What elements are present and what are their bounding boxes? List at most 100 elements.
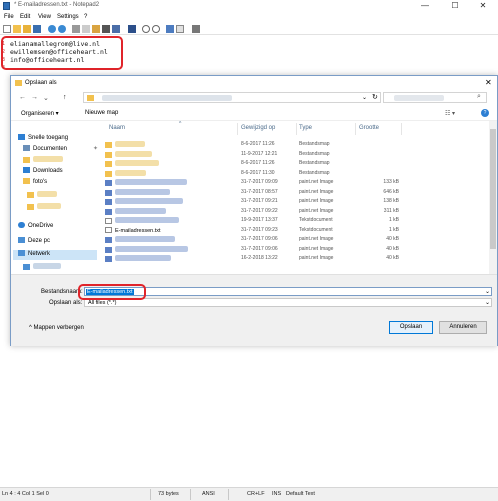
- redacted-label: [33, 156, 63, 162]
- nav-folder-redacted[interactable]: [27, 191, 57, 199]
- file-date: 31-7-2017 08:57: [241, 188, 278, 195]
- file-row[interactable]: 8-6-2017 11:26 Bestandsmap: [101, 159, 486, 168]
- folder-icon: [23, 178, 30, 184]
- address-dropdown[interactable]: ⌄: [362, 94, 367, 101]
- text-file-icon: [105, 226, 112, 233]
- file-row[interactable]: 31-7-2017 09:09 paint.net Image 133 kB: [101, 178, 486, 187]
- file-size: 40 kB: [386, 255, 399, 261]
- copy-icon[interactable]: [82, 25, 90, 33]
- customize-icon[interactable]: [176, 25, 184, 33]
- view-options-button[interactable]: ☷ ▾: [445, 110, 455, 117]
- up-button[interactable]: ↑: [63, 94, 67, 101]
- address-field[interactable]: ⌄ ↻: [83, 92, 381, 103]
- file-row[interactable]: 19-9-2017 13:37 Tekstdocument 1 kB: [101, 216, 486, 225]
- file-row[interactable]: 8-6-2017 11:30 Bestandsmap: [101, 169, 486, 178]
- new-icon[interactable]: [3, 25, 11, 33]
- file-type: paint.net Image: [299, 255, 334, 261]
- file-row[interactable]: 16-2-2018 13:22 paint.net Image 40 kB: [101, 254, 486, 263]
- folder-icon: [27, 192, 34, 198]
- menu-view[interactable]: View: [38, 14, 51, 20]
- nav-onedrive[interactable]: OneDrive: [18, 222, 53, 229]
- zoom-in-icon[interactable]: [142, 25, 150, 33]
- column-name[interactable]: Naam: [109, 125, 125, 131]
- redo-icon[interactable]: [58, 25, 66, 33]
- organize-button[interactable]: Organiseren ▾: [21, 110, 59, 117]
- redacted-path: [102, 95, 232, 101]
- status-divider: [190, 489, 191, 500]
- exit-icon[interactable]: [192, 25, 200, 33]
- file-row[interactable]: 31-7-2017 09:06 paint.net Image 40 kB: [101, 235, 486, 244]
- browse-icon[interactable]: [23, 25, 31, 33]
- file-row[interactable]: 8-6-2017 11:26 Bestandsmap: [101, 140, 486, 149]
- pin-icon: ✦: [93, 146, 99, 152]
- new-folder-button[interactable]: Nieuwe map: [85, 110, 118, 116]
- scheme-icon[interactable]: [166, 25, 174, 33]
- save-icon[interactable]: [33, 25, 41, 33]
- navigation-pane: Snelle toegang Documenten ✦ Downloads fot…: [11, 121, 99, 274]
- column-date[interactable]: Gewijzigd op: [241, 125, 275, 131]
- line-endings[interactable]: CR+LF: [247, 491, 265, 497]
- menu-settings[interactable]: Settings: [57, 14, 79, 20]
- nav-folder-redacted[interactable]: [27, 203, 61, 211]
- saveas-type-label: Opslaan als:: [49, 300, 83, 306]
- file-type: Bestandsmap: [299, 160, 330, 166]
- file-date: 31-7-2017 09:22: [241, 207, 278, 214]
- file-row[interactable]: 31-7-2017 08:57 paint.net Image 646 kB: [101, 188, 486, 197]
- file-name-text: [115, 245, 188, 252]
- find-icon[interactable]: [102, 25, 110, 33]
- filename-dropdown-icon[interactable]: ⌄: [485, 288, 490, 295]
- hide-folders-toggle[interactable]: ^ Mappen verbergen: [29, 325, 84, 331]
- file-type: paint.net Image: [299, 236, 334, 242]
- refresh-button[interactable]: ↻: [372, 93, 378, 101]
- recent-dropdown[interactable]: ⌄: [43, 94, 49, 102]
- syntax-scheme[interactable]: Default Text: [286, 491, 315, 497]
- file-row[interactable]: 11-9-2017 12:21 Bestandsmap: [101, 150, 486, 159]
- file-size: 138 kB: [383, 198, 399, 204]
- wordwrap-icon[interactable]: [128, 25, 136, 33]
- file-type-dropdown-icon[interactable]: ⌄: [485, 299, 490, 306]
- minimize-button[interactable]: —: [410, 0, 440, 12]
- nav-folder-redacted[interactable]: [23, 156, 63, 164]
- file-name-text: E-mailadressen.txt: [115, 227, 161, 234]
- nav-quick-access[interactable]: Snelle toegang: [18, 134, 68, 141]
- file-row[interactable]: 31-7-2017 09:22 paint.net Image 311 kB: [101, 207, 486, 216]
- file-row[interactable]: 31-7-2017 09:06 paint.net Image 40 kB: [101, 245, 486, 254]
- close-button[interactable]: ✕: [468, 0, 498, 12]
- menu-file[interactable]: File: [4, 14, 14, 20]
- nav-network-redacted[interactable]: [23, 263, 61, 271]
- menu-help[interactable]: ?: [84, 14, 87, 20]
- file-row[interactable]: 31-7-2017 09:21 paint.net Image 138 kB: [101, 197, 486, 206]
- file-type-select[interactable]: All files (*.*) ⌄: [84, 298, 492, 307]
- encoding[interactable]: ANSI: [202, 491, 215, 497]
- scrollbar-thumb[interactable]: [490, 129, 496, 249]
- column-type[interactable]: Type: [299, 125, 312, 131]
- nav-network[interactable]: Netwerk: [13, 250, 97, 260]
- cloud-icon: [18, 222, 25, 228]
- menu-edit[interactable]: Edit: [20, 14, 30, 20]
- folder-icon: [105, 170, 112, 177]
- cancel-button[interactable]: Annuleren: [439, 321, 487, 334]
- file-row[interactable]: E-mailadressen.txt 31-7-2017 09:23 Tekstdo…: [101, 226, 486, 235]
- dialog-close-button[interactable]: ✕: [485, 78, 492, 87]
- maximize-button[interactable]: ☐: [440, 0, 470, 12]
- nav-fotos[interactable]: foto's: [23, 178, 47, 185]
- vertical-scrollbar[interactable]: [489, 121, 497, 274]
- search-field[interactable]: ⌕: [383, 92, 487, 103]
- cut-icon[interactable]: [72, 25, 80, 33]
- nav-downloads[interactable]: Downloads: [23, 167, 63, 174]
- image-file-icon: [105, 208, 112, 215]
- open-icon[interactable]: [13, 25, 21, 33]
- folder-icon: [23, 157, 30, 163]
- undo-icon[interactable]: [48, 25, 56, 33]
- zoom-out-icon[interactable]: [152, 25, 160, 33]
- replace-icon[interactable]: [112, 25, 120, 33]
- status-bar: Ln 4 : 4 Col 1 Sel 0 73 bytes ANSI CR+LF…: [0, 487, 498, 501]
- help-icon[interactable]: ?: [481, 109, 489, 117]
- column-size[interactable]: Grootte: [359, 125, 379, 131]
- nav-documents[interactable]: Documenten ✦: [23, 145, 98, 152]
- nav-this-pc[interactable]: Deze pc: [18, 237, 50, 244]
- paste-icon[interactable]: [92, 25, 100, 33]
- save-button[interactable]: Opslaan: [389, 321, 433, 334]
- back-button[interactable]: ←: [19, 94, 26, 101]
- forward-button[interactable]: →: [31, 94, 38, 101]
